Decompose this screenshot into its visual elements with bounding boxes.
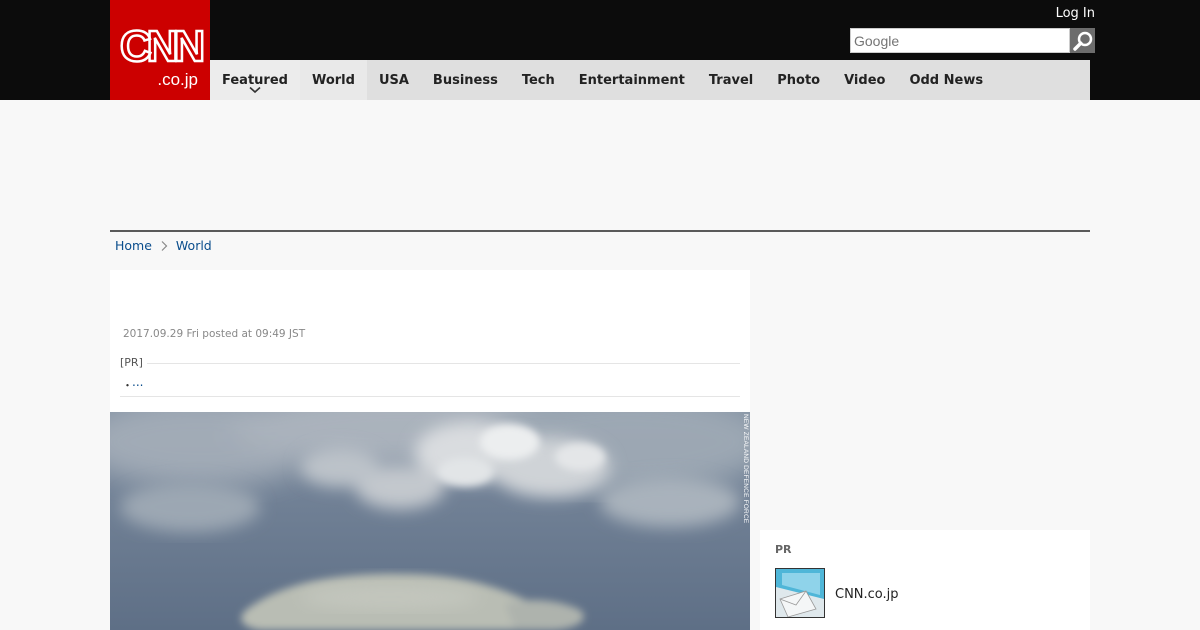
article-photo: NEW ZEALAND DEFENCE FORCE (110, 412, 750, 630)
nav-item-label: Travel (708, 72, 754, 88)
nav-item-label: Entertainment (578, 72, 685, 88)
pr-link[interactable]: ... (132, 375, 143, 389)
cnn-logo[interactable]: CNN .co.jp (110, 0, 210, 100)
nav-item-usa[interactable]: USA (367, 60, 421, 100)
nav-item-business[interactable]: Business (421, 60, 510, 100)
nav-item-featured[interactable]: Featured (210, 60, 300, 100)
nav-item-video[interactable]: Video (832, 60, 897, 100)
nav-item-label: USA (378, 72, 409, 88)
nav-item-label: Business (432, 72, 498, 88)
photo-credit: NEW ZEALAND DEFENCE FORCE (742, 414, 749, 524)
chevron-down-icon (249, 86, 261, 94)
nav-item-photo[interactable]: Photo (765, 60, 832, 100)
nav-item-tech[interactable]: Tech (510, 60, 567, 100)
volcanic-island-photo (110, 412, 750, 630)
nav-item-label: Photo (777, 72, 821, 88)
sidebar-item-text[interactable]: CNN.co.jp (835, 587, 899, 602)
sidebar-pr-label: PR (775, 543, 792, 556)
sidebar-pr-box: PR CNN.co.jp (760, 530, 1090, 630)
sidebar-thumbnail[interactable] (775, 568, 825, 618)
logo-domain: .co.jp (157, 70, 198, 89)
main-nav: Featured World USA Business Tech Enterta… (210, 60, 1090, 100)
nav-item-odd-news[interactable]: Odd News (897, 60, 995, 100)
article-card: 2017.09.29 Fri posted at 09:49 JST [PR] … (110, 270, 750, 630)
breadcrumb: Home World (115, 238, 212, 253)
nav-item-label: Tech (521, 72, 555, 88)
mail-icon (776, 569, 824, 617)
search-icon (1072, 31, 1092, 51)
chevron-right-icon (161, 240, 168, 251)
article-date: 2017.09.29 Fri posted at 09:49 JST (123, 328, 306, 340)
nav-item-travel[interactable]: Travel (697, 60, 765, 100)
search-button[interactable] (1070, 28, 1095, 53)
pr-label: [PR] (120, 356, 147, 369)
nav-item-label: World (311, 72, 355, 88)
login-link[interactable]: Log In (1056, 6, 1095, 22)
breadcrumb-world[interactable]: World (176, 238, 212, 253)
nav-item-label: Odd News (909, 72, 984, 88)
pr-box: [PR] ・ ... (120, 356, 740, 397)
nav-item-label: Video (844, 72, 886, 88)
nav-item-world[interactable]: World (299, 60, 367, 100)
nav-item-entertainment[interactable]: Entertainment (567, 60, 697, 100)
search-input[interactable] (850, 28, 1070, 53)
section-divider (110, 230, 1090, 232)
logo-text: CNN (119, 21, 207, 73)
breadcrumb-home[interactable]: Home (115, 238, 152, 253)
